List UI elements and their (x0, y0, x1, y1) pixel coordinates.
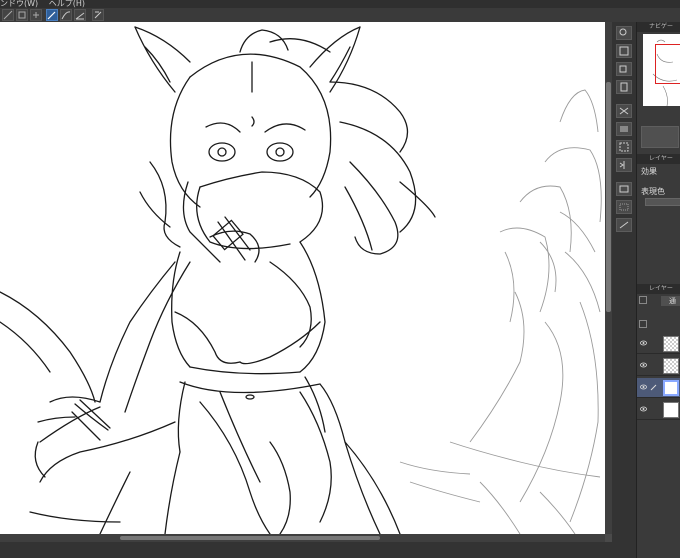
canvas-vertical-scrollbar[interactable] (605, 22, 612, 534)
clear-layer-button[interactable] (616, 104, 632, 118)
display-color-selector[interactable] (645, 198, 680, 206)
layer-row[interactable] (637, 356, 680, 376)
navigator-preview[interactable] (643, 34, 680, 106)
invert-icon (619, 221, 629, 229)
grid-icon (33, 12, 39, 18)
drawing-canvas[interactable] (0, 22, 605, 534)
layer-thumbnail (663, 336, 679, 352)
eye-icon[interactable] (640, 384, 647, 390)
flip-icon (619, 161, 625, 169)
transform-icon (619, 142, 629, 152)
zoom-icon (619, 28, 627, 36)
right-panel: ナビゲー レイヤー 効果 表現色 レイヤー 通 (636, 22, 680, 558)
layer-thumbnail (663, 380, 679, 396)
layer-row[interactable] (637, 400, 680, 420)
navigator-controls[interactable] (641, 126, 679, 148)
fill-icon (620, 126, 628, 132)
pencil-icon (650, 384, 657, 391)
select-all-button[interactable] (616, 182, 632, 196)
canvas-horizontal-scrollbar[interactable] (0, 534, 605, 542)
snap-off-button[interactable] (2, 9, 14, 21)
eye-icon[interactable] (640, 406, 647, 412)
new-layer-icon (619, 46, 629, 56)
eye-icon[interactable] (640, 340, 647, 346)
layers-panel-title[interactable]: レイヤー (637, 284, 680, 294)
panel-icon-column (612, 22, 636, 558)
paste-icon (620, 82, 628, 92)
invert-selection-button[interactable] (616, 218, 632, 232)
deselect-icon (619, 203, 629, 211)
straight-line-button[interactable] (74, 9, 86, 21)
layer-row-selected[interactable] (637, 378, 680, 398)
clear-button[interactable] (92, 9, 104, 21)
select-icon (619, 185, 629, 193)
pen-stroke-icon (47, 11, 56, 20)
new-layer-button[interactable] (616, 44, 632, 58)
layer-folder-toggle[interactable] (639, 320, 647, 328)
menu-item-window[interactable]: ンドウ(W) (0, 0, 38, 8)
curve-icon (61, 11, 71, 20)
layer-mask-toggle[interactable] (639, 296, 647, 304)
eye-icon[interactable] (640, 362, 647, 368)
pen-mode-button[interactable] (46, 9, 58, 21)
line-icon (75, 12, 85, 20)
snap-off-icon (3, 10, 13, 20)
transform-button[interactable] (616, 140, 632, 154)
curve-line-button[interactable] (60, 9, 72, 21)
effect-label: 効果 (641, 167, 657, 176)
status-bar (0, 542, 612, 558)
line-art-drawing (0, 26, 602, 534)
blend-mode-select[interactable]: 通 (661, 296, 680, 306)
layer-row[interactable] (637, 334, 680, 354)
fill-button[interactable] (616, 122, 632, 136)
copy-icon (619, 65, 627, 73)
layer-thumbnail (663, 402, 679, 418)
navigator-panel-title[interactable]: ナビゲー (637, 22, 680, 32)
flip-button[interactable] (616, 158, 632, 172)
eraser-icon (94, 11, 102, 19)
menu-item-help[interactable]: ヘルプ(H) (49, 0, 85, 8)
tool-property-bar (0, 8, 680, 23)
vertical-scroll-thumb[interactable] (606, 82, 611, 312)
copy-button[interactable] (616, 62, 632, 76)
zoom-button[interactable] (616, 26, 632, 40)
deselect-button[interactable] (616, 200, 632, 214)
paste-button[interactable] (616, 80, 632, 94)
clear-icon (619, 107, 629, 115)
snap-grid-button[interactable] (30, 9, 42, 21)
layer-property-panel-title[interactable]: レイヤー (637, 154, 680, 164)
ruler-icon (18, 11, 26, 19)
horizontal-scroll-thumb[interactable] (120, 536, 380, 540)
canvas-workspace[interactable] (0, 22, 612, 542)
snap-ruler-button[interactable] (16, 9, 28, 21)
display-color-label: 表現色 (641, 187, 665, 196)
layer-thumbnail (663, 358, 679, 374)
menu-bar: ンドウ(W) ヘルプ(H) (0, 0, 680, 8)
navigator-view-frame[interactable] (655, 44, 680, 84)
